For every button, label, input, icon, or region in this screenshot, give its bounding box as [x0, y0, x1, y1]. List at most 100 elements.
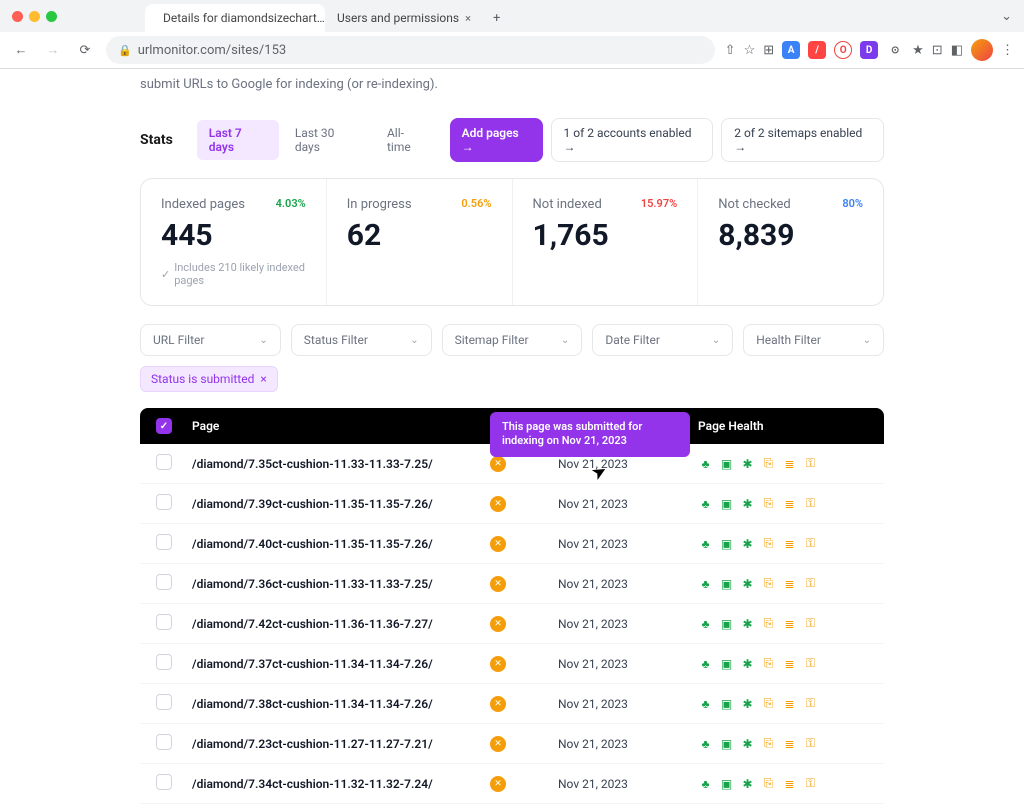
- status-submitted-icon[interactable]: ✕: [490, 576, 506, 592]
- status-submitted-icon[interactable]: ✕: [490, 736, 506, 752]
- page-path[interactable]: /diamond/7.37ct-cushion-11.34-11.34-7.26…: [192, 657, 438, 671]
- reading-list-icon[interactable]: ⊡: [932, 43, 943, 58]
- filter-chip[interactable]: Status is submitted×: [140, 366, 278, 392]
- star-icon[interactable]: ☆: [744, 43, 756, 58]
- bug-icon[interactable]: ✱: [740, 456, 755, 471]
- page-icon[interactable]: ▣: [719, 616, 734, 631]
- sitemap-icon[interactable]: ♣: [698, 656, 713, 671]
- lock-icon[interactable]: ⚿: [803, 696, 818, 711]
- page-icon[interactable]: ▣: [719, 696, 734, 711]
- accounts-pill[interactable]: 1 of 2 accounts enabled →: [551, 118, 714, 162]
- extension-icon[interactable]: A: [782, 41, 800, 59]
- menu-icon[interactable]: ⋮: [1001, 43, 1014, 58]
- extension-icon[interactable]: O: [834, 41, 852, 59]
- sitemap-icon[interactable]: ♣: [698, 456, 713, 471]
- page-path[interactable]: /diamond/7.39ct-cushion-11.35-11.35-7.26…: [192, 497, 438, 511]
- reload-button[interactable]: ⟳: [74, 39, 96, 61]
- expand-tabs-icon[interactable]: ⌄: [1001, 9, 1012, 24]
- page-icon[interactable]: ▣: [719, 576, 734, 591]
- db-icon[interactable]: ≣: [782, 736, 797, 751]
- table-row[interactable]: /diamond/7.38ct-cushion-11.34-11.34-7.26…: [140, 684, 884, 724]
- col-page[interactable]: Page: [192, 419, 438, 433]
- sitemap-icon[interactable]: ♣: [698, 536, 713, 551]
- range-last-7[interactable]: Last 7 days: [197, 120, 279, 160]
- link-icon[interactable]: ⎘: [761, 576, 776, 591]
- link-icon[interactable]: ⎘: [761, 696, 776, 711]
- page-icon[interactable]: ▣: [719, 736, 734, 751]
- page-icon[interactable]: ▣: [719, 536, 734, 551]
- page-icon[interactable]: ▣: [719, 456, 734, 471]
- lock-icon[interactable]: ⚿: [803, 656, 818, 671]
- table-row[interactable]: /diamond/7.23ct-cushion-11.27-11.27-7.21…: [140, 724, 884, 764]
- avatar[interactable]: [971, 39, 993, 61]
- sitemap-icon[interactable]: ♣: [698, 736, 713, 751]
- table-row[interactable]: /diamond/7.39ct-cushion-11.35-11.35-7.26…: [140, 484, 884, 524]
- link-icon[interactable]: ⎘: [761, 776, 776, 791]
- sitemap-filter[interactable]: Sitemap Filter⌄: [442, 324, 583, 356]
- select-all-checkbox[interactable]: [156, 418, 172, 434]
- date-filter[interactable]: Date Filter⌄: [592, 324, 733, 356]
- page-path[interactable]: /diamond/7.23ct-cushion-11.27-11.27-7.21…: [192, 737, 438, 751]
- page-icon[interactable]: ▣: [719, 496, 734, 511]
- page-path[interactable]: /diamond/7.42ct-cushion-11.36-11.36-7.27…: [192, 617, 438, 631]
- link-icon[interactable]: ⎘: [761, 736, 776, 751]
- db-icon[interactable]: ≣: [782, 616, 797, 631]
- extension-icon[interactable]: /: [808, 41, 826, 59]
- page-path[interactable]: /diamond/7.35ct-cushion-11.33-11.33-7.25…: [192, 457, 438, 471]
- db-icon[interactable]: ≣: [782, 576, 797, 591]
- range-all-time[interactable]: All-time: [375, 120, 438, 160]
- sitemap-icon[interactable]: ♣: [698, 616, 713, 631]
- table-row[interactable]: /diamond/7.34ct-cushion-11.32-11.32-7.24…: [140, 764, 884, 804]
- db-icon[interactable]: ≣: [782, 776, 797, 791]
- lock-icon[interactable]: ⚿: [803, 776, 818, 791]
- health-filter[interactable]: Health Filter⌄: [743, 324, 884, 356]
- lock-icon[interactable]: ⚿: [803, 536, 818, 551]
- page-path[interactable]: /diamond/7.40ct-cushion-11.35-11.35-7.26…: [192, 537, 438, 551]
- browser-tab-inactive[interactable]: Users and permissions ×: [325, 4, 483, 32]
- stat-card-inprogress[interactable]: In progress 0.56% 62: [327, 179, 513, 305]
- lock-icon[interactable]: ⚿: [803, 456, 818, 471]
- lock-icon[interactable]: ⚿: [803, 496, 818, 511]
- sitemap-icon[interactable]: ♣: [698, 696, 713, 711]
- db-icon[interactable]: ≣: [782, 696, 797, 711]
- table-row[interactable]: /diamond/7.36ct-cushion-11.33-11.33-7.25…: [140, 564, 884, 604]
- status-submitted-icon[interactable]: ✕: [490, 496, 506, 512]
- page-path[interactable]: /diamond/7.34ct-cushion-11.32-11.32-7.24…: [192, 777, 438, 791]
- puzzle-icon[interactable]: ⊞: [763, 43, 774, 58]
- minimize-window-icon[interactable]: [29, 11, 40, 22]
- status-submitted-icon[interactable]: ✕: [490, 536, 506, 552]
- bug-icon[interactable]: ✱: [740, 696, 755, 711]
- bug-icon[interactable]: ✱: [740, 656, 755, 671]
- bug-icon[interactable]: ✱: [740, 616, 755, 631]
- status-submitted-icon[interactable]: ✕: [490, 616, 506, 632]
- share-icon[interactable]: ⇧: [725, 43, 736, 58]
- sitemap-icon[interactable]: ♣: [698, 776, 713, 791]
- lock-icon[interactable]: ⚿: [803, 616, 818, 631]
- row-checkbox[interactable]: [156, 694, 172, 710]
- row-checkbox[interactable]: [156, 574, 172, 590]
- page-icon[interactable]: ▣: [719, 776, 734, 791]
- row-checkbox[interactable]: [156, 494, 172, 510]
- table-row[interactable]: /diamond/7.42ct-cushion-11.36-11.36-7.27…: [140, 604, 884, 644]
- address-bar[interactable]: 🔒 urlmonitor.com/sites/153: [106, 36, 715, 64]
- lock-icon[interactable]: ⚿: [803, 576, 818, 591]
- status-submitted-icon[interactable]: ✕: [490, 656, 506, 672]
- table-row[interactable]: /diamond/7.37ct-cushion-11.34-11.34-7.26…: [140, 644, 884, 684]
- row-checkbox[interactable]: [156, 774, 172, 790]
- bug-icon[interactable]: ✱: [740, 736, 755, 751]
- stat-card-indexed[interactable]: Indexed pages 4.03% 445 ✓Includes 210 li…: [141, 179, 327, 305]
- status-filter[interactable]: Status Filter⌄: [291, 324, 432, 356]
- row-checkbox[interactable]: [156, 534, 172, 550]
- extension-icon[interactable]: ⊙: [886, 41, 904, 59]
- browser-tab-active[interactable]: Details for diamondsizechart… ×: [145, 4, 325, 32]
- sitemap-icon[interactable]: ♣: [698, 576, 713, 591]
- db-icon[interactable]: ≣: [782, 496, 797, 511]
- stat-card-notchecked[interactable]: Not checked 80% 8,839: [698, 179, 883, 305]
- link-icon[interactable]: ⎘: [761, 456, 776, 471]
- new-tab-button[interactable]: +: [483, 5, 510, 32]
- add-pages-button[interactable]: Add pages →: [450, 118, 543, 162]
- stat-card-notindexed[interactable]: Not indexed 15.97% 1,765: [513, 179, 699, 305]
- status-submitted-icon[interactable]: ✕: [490, 696, 506, 712]
- range-last-30[interactable]: Last 30 days: [283, 120, 371, 160]
- db-icon[interactable]: ≣: [782, 456, 797, 471]
